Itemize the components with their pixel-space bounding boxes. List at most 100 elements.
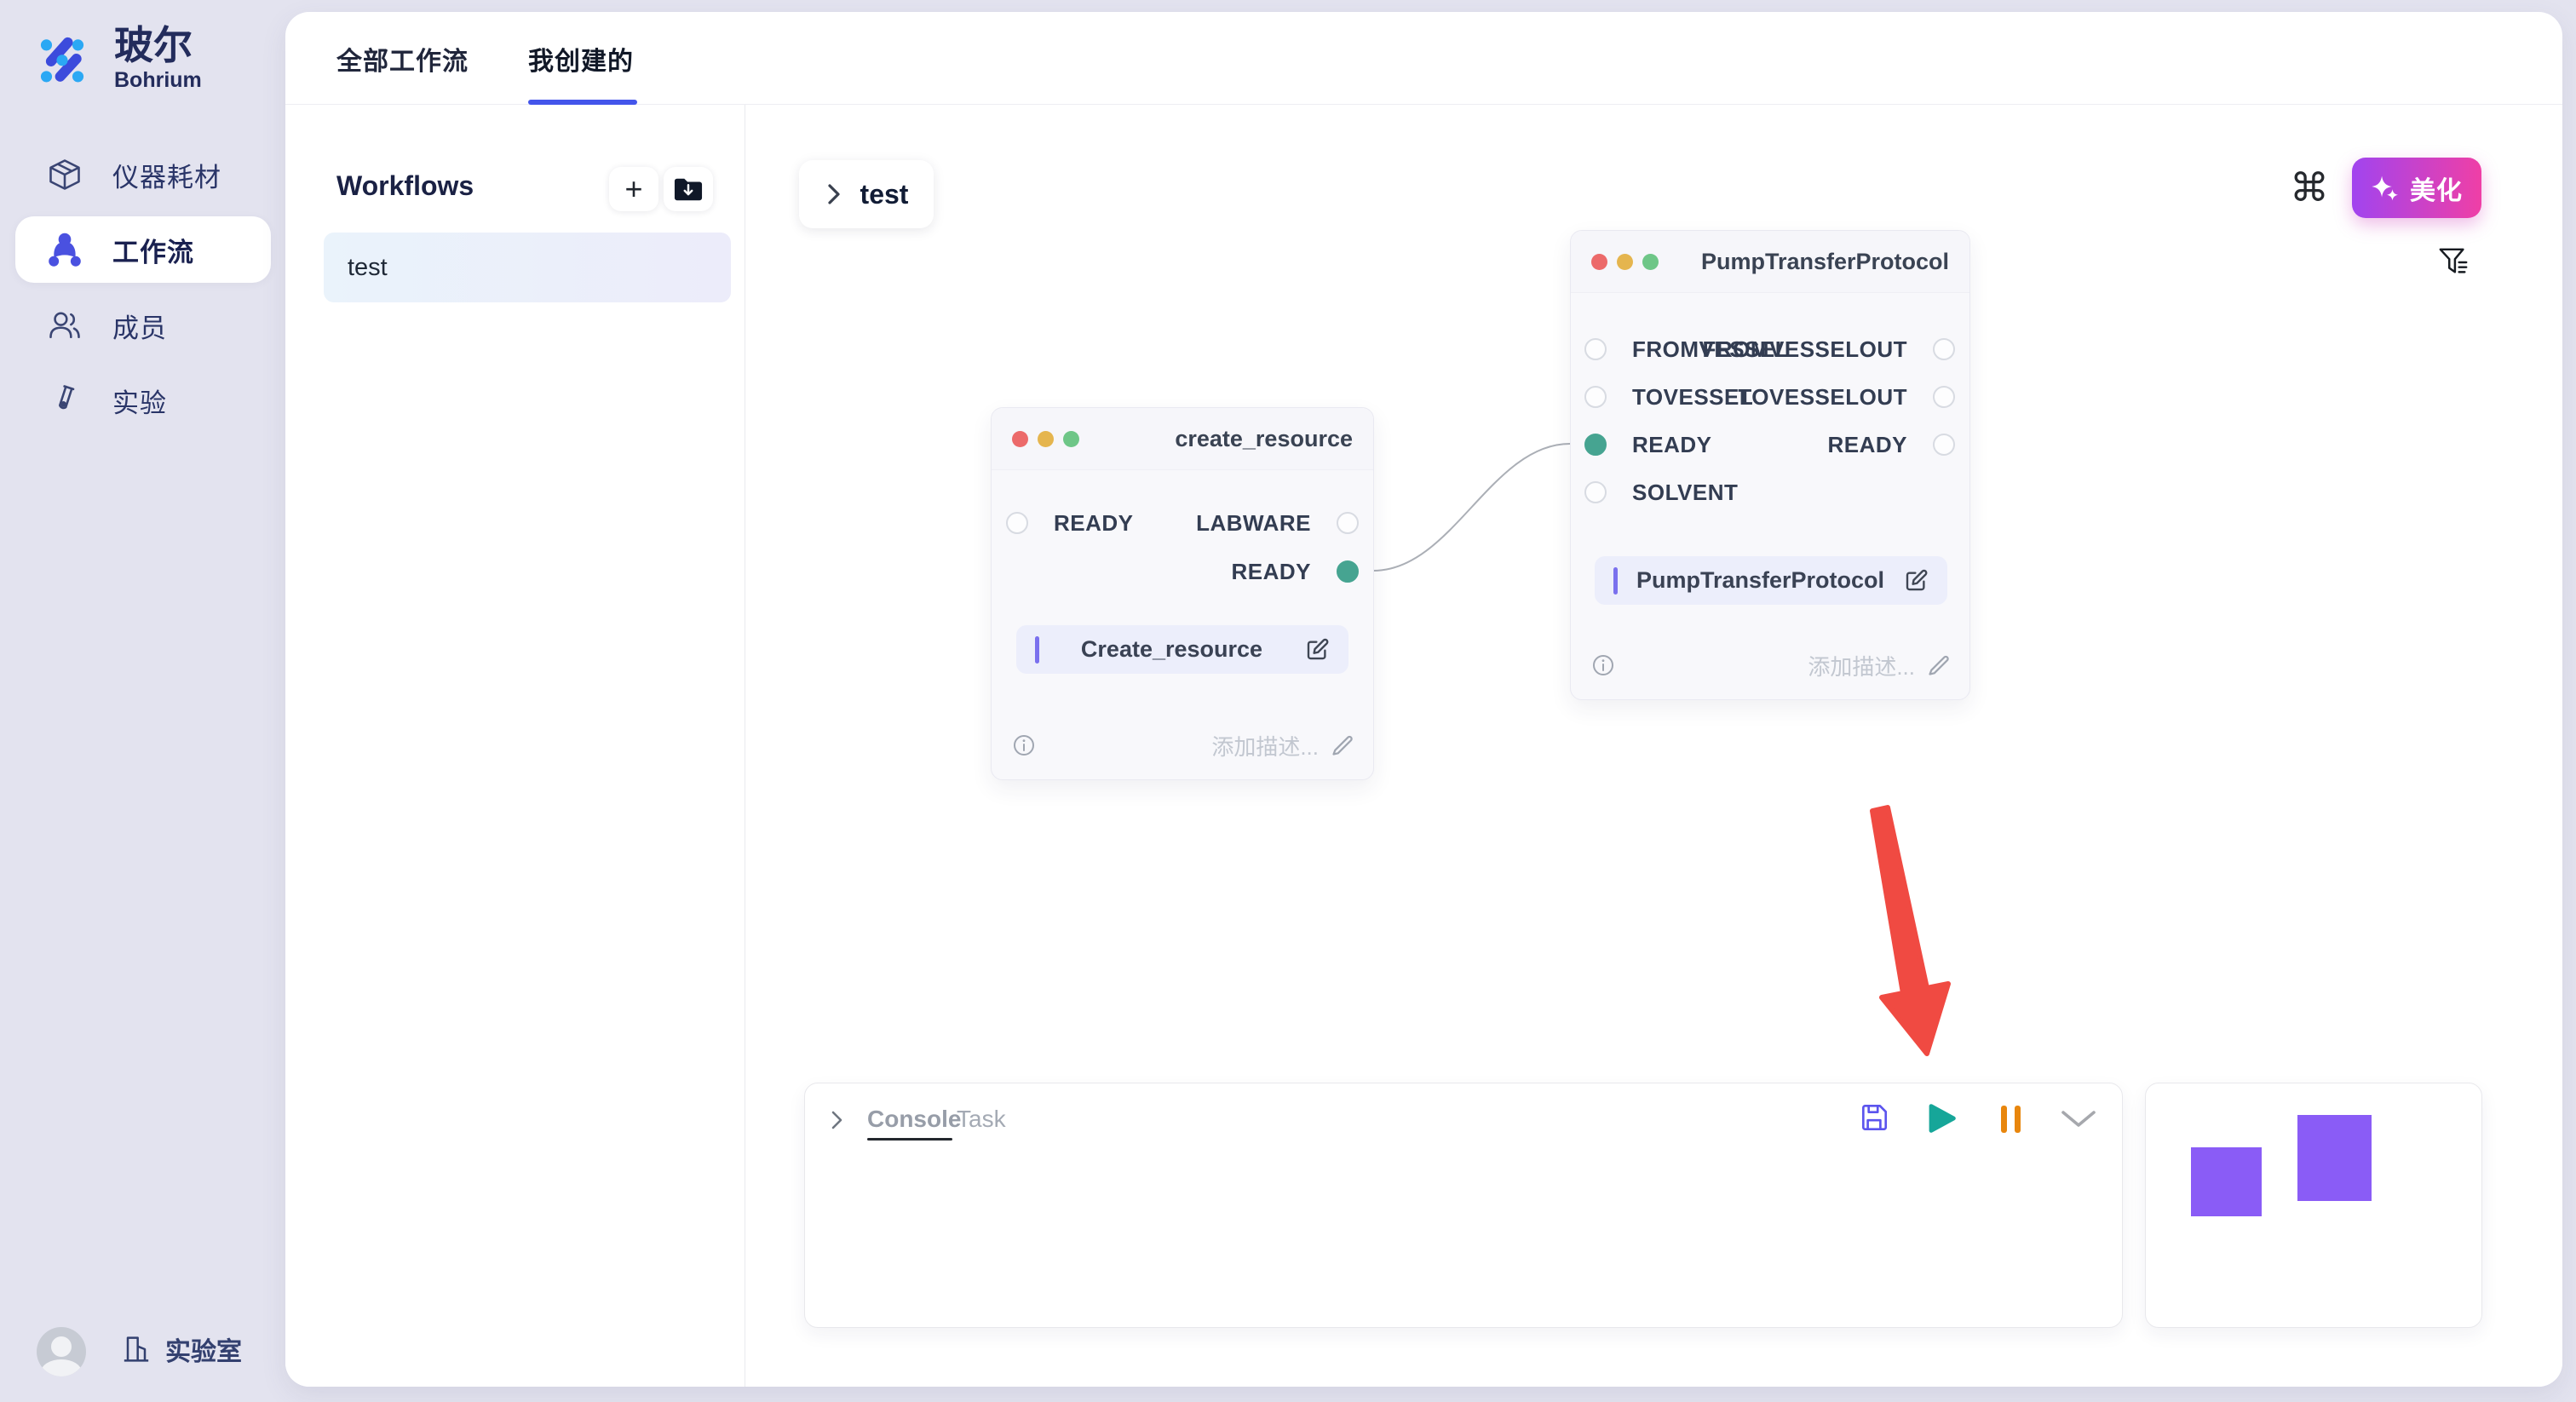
port-output-labware: LABWARE (1196, 506, 1359, 540)
pencil-icon[interactable] (1331, 733, 1354, 757)
sidebar: 玻尔 Bohrium 仪器耗材 工作流 (0, 0, 285, 1402)
port-handle[interactable] (1933, 338, 1955, 360)
node-footer: 添加描述... (1012, 727, 1354, 764)
port-output-fromvesselout: FROMVESSELOUT (1702, 332, 1955, 366)
port-handle[interactable] (1933, 386, 1955, 408)
add-workflow-button[interactable]: + (609, 167, 658, 211)
chevron-right-icon (825, 181, 843, 207)
sidebar-item-instruments[interactable]: 仪器耗材 (15, 141, 271, 208)
plus-icon: + (624, 171, 642, 207)
import-workflow-button[interactable] (664, 167, 713, 211)
console-active-underline (867, 1138, 952, 1141)
port-label: TOVESSEL (1632, 384, 1753, 411)
lab-label: 实验室 (165, 1330, 242, 1368)
minimap[interactable] (2145, 1083, 2482, 1328)
port-label: TOVESSELOUT (1738, 384, 1907, 411)
experiment-icon (46, 382, 83, 419)
collapse-chevron-down-icon[interactable] (2061, 1110, 2096, 1129)
sidebar-item-label: 成员 (112, 307, 167, 345)
node-action-pill[interactable]: Create_resource (1016, 625, 1348, 674)
port-output-ready: READY (1231, 554, 1359, 589)
port-handle[interactable] (1337, 512, 1359, 534)
minimap-node-create-resource (2191, 1147, 2262, 1216)
brand-title: 玻尔 (114, 25, 202, 66)
port-output-ready: READY (1827, 428, 1955, 462)
info-icon[interactable] (1012, 733, 1036, 757)
canvas-breadcrumb[interactable]: test (799, 160, 934, 228)
brand-logo: 玻尔 Bohrium (26, 22, 202, 95)
sidebar-item-members[interactable]: 成员 (15, 292, 271, 359)
tab-all-workflows[interactable]: 全部工作流 (336, 12, 469, 105)
port-input-ready: READY (1584, 428, 1712, 462)
beautify-button[interactable]: 美化 (2352, 158, 2481, 218)
workflow-item-label: test (348, 254, 388, 282)
pencil-icon[interactable] (1927, 653, 1951, 677)
tab-my-created[interactable]: 我创建的 (528, 12, 634, 105)
port-label: READY (1632, 432, 1712, 458)
port-input-ready: READY (1006, 506, 1134, 540)
description-placeholder[interactable]: 添加描述... (1211, 730, 1319, 761)
port-label: FROMVESSELOUT (1702, 336, 1907, 363)
traffic-red-icon (1591, 254, 1607, 270)
port-label: LABWARE (1196, 510, 1311, 537)
pill-label: Create_resource (1039, 636, 1304, 663)
port-handle[interactable] (1933, 434, 1955, 456)
workflows-panel: Workflows + test (285, 105, 745, 1387)
brand-subtitle: Bohrium (114, 68, 202, 93)
building-icon (119, 1332, 153, 1366)
node-header: create_resource (992, 408, 1373, 470)
port-label: READY (1054, 510, 1134, 537)
sidebar-item-experiments[interactable]: 实验 (15, 367, 271, 434)
node-create-resource[interactable]: create_resource READY LABWARE READY Crea… (991, 407, 1374, 780)
edit-icon[interactable] (1304, 637, 1330, 663)
port-output-tovesselout: TOVESSELOUT (1738, 380, 1955, 414)
expand-chevron-icon[interactable] (830, 1109, 845, 1131)
user-avatar[interactable] (37, 1327, 86, 1376)
info-icon[interactable] (1591, 653, 1615, 677)
node-pump-transfer-protocol[interactable]: PumpTransferProtocol FROMVESSEL TOVESSEL… (1570, 230, 1970, 700)
description-placeholder[interactable]: 添加描述... (1808, 650, 1915, 681)
run-play-icon[interactable] (1926, 1103, 1957, 1134)
pause-icon[interactable] (2000, 1105, 2022, 1134)
pill-label: PumpTransferProtocol (1618, 567, 1903, 594)
members-icon (46, 307, 83, 344)
port-input-tovessel: TOVESSEL (1584, 380, 1753, 414)
filter-icon[interactable] (2437, 246, 2470, 279)
workflow-list-item-test[interactable]: test (324, 233, 731, 302)
save-icon[interactable] (1858, 1101, 1890, 1134)
folder-download-icon (672, 175, 704, 204)
main-card: 全部工作流 我创建的 Workflows + test (285, 12, 2562, 1387)
port-handle[interactable] (1584, 386, 1607, 408)
port-handle[interactable] (1006, 512, 1028, 534)
box-icon (46, 156, 83, 193)
port-label: READY (1231, 559, 1311, 585)
port-label: READY (1827, 432, 1907, 458)
workspace-tabbar: 全部工作流 我创建的 (285, 12, 2562, 105)
traffic-green-icon (1063, 431, 1079, 447)
lab-switcher[interactable]: 实验室 (119, 1330, 242, 1368)
traffic-green-icon (1642, 254, 1659, 270)
port-handle[interactable] (1337, 560, 1359, 583)
beautify-label: 美化 (2410, 170, 2463, 207)
traffic-red-icon (1012, 431, 1028, 447)
port-handle[interactable] (1584, 338, 1607, 360)
node-title: PumpTransferProtocol (1701, 249, 1949, 275)
bohrium-logo-icon (26, 22, 99, 95)
node-action-pill[interactable]: PumpTransferProtocol (1595, 556, 1947, 605)
tab-task[interactable]: Task (957, 1106, 1006, 1133)
sidebar-item-label: 工作流 (112, 231, 194, 269)
port-label: SOLVENT (1632, 480, 1738, 506)
workflow-icon (46, 231, 83, 268)
command-palette-icon[interactable]: ⌘ (2290, 164, 2329, 210)
sparkles-icon (2371, 174, 2400, 203)
port-handle[interactable] (1584, 434, 1607, 456)
edit-icon[interactable] (1903, 568, 1929, 594)
port-handle[interactable] (1584, 481, 1607, 503)
traffic-yellow-icon (1617, 254, 1633, 270)
sidebar-item-workflows[interactable]: 工作流 (15, 216, 271, 283)
sidebar-item-label: 仪器耗材 (112, 156, 221, 194)
traffic-yellow-icon (1038, 431, 1054, 447)
workflow-canvas[interactable]: test ⌘ 美化 create_resource READY (745, 105, 2562, 1387)
tab-console[interactable]: Console (867, 1106, 961, 1133)
console-panel: Console Task (804, 1083, 2123, 1328)
